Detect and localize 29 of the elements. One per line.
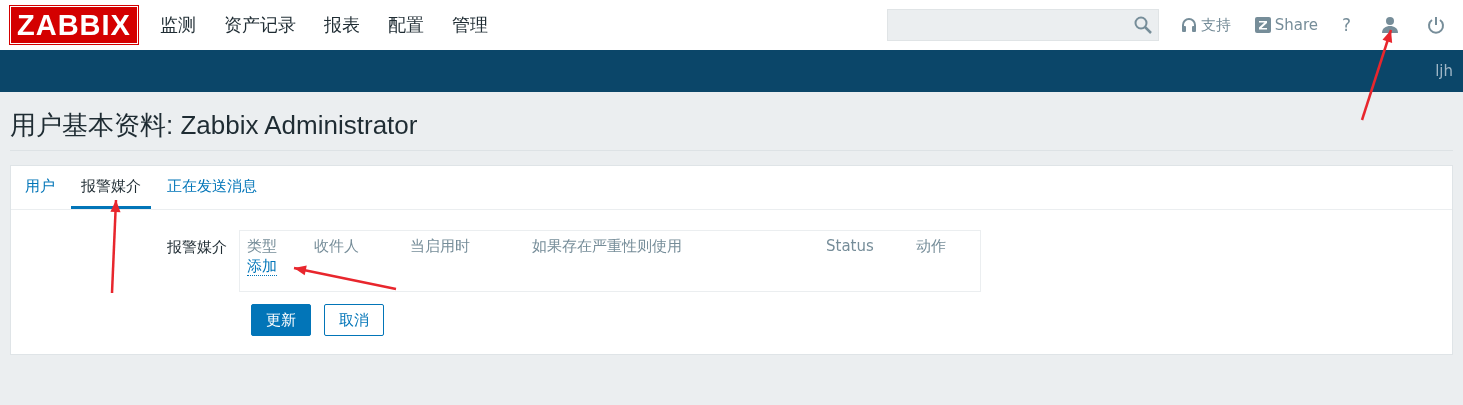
tab[interactable]: 正在发送消息 [157,166,267,209]
z-logo-icon [1254,17,1271,33]
add-link[interactable]: 添加 [247,257,277,276]
share-link[interactable]: Share [1254,16,1318,34]
user-icon[interactable] [1381,16,1399,34]
column-header: 类型 [247,237,277,255]
update-button[interactable]: 更新 [251,304,311,336]
cancel-button[interactable]: 取消 [324,304,384,336]
headset-icon [1180,17,1197,33]
field-label: 报警媒介 [167,238,227,256]
page-title: 用户基本资料: Zabbix Administrator [10,92,1453,151]
column-header: 如果存在严重性则使用 [532,237,682,255]
column-header: Status [826,237,874,255]
nav-menu-item[interactable]: 报表 [323,13,360,37]
user-name: ljh [1435,62,1453,80]
nav-menu-item[interactable]: 监测 [159,13,196,37]
help-link[interactable]: ? [1341,15,1351,35]
support-link[interactable]: 支持 [1180,15,1231,35]
nav-menu-item[interactable]: 配置 [387,13,424,37]
search-icon[interactable] [1133,16,1152,34]
zabbix-logo[interactable]: ZABBIX [10,6,138,44]
nav-menu-item[interactable]: 管理 [451,13,488,37]
column-header: 当启用时 [410,237,470,255]
search-field[interactable] [886,9,1159,41]
nav-menu-item[interactable]: 资产记录 [223,13,296,37]
column-header: 收件人 [314,237,359,255]
tab[interactable]: 用户 [15,166,65,209]
column-header: 动作 [916,237,946,255]
power-icon[interactable] [1427,16,1445,34]
